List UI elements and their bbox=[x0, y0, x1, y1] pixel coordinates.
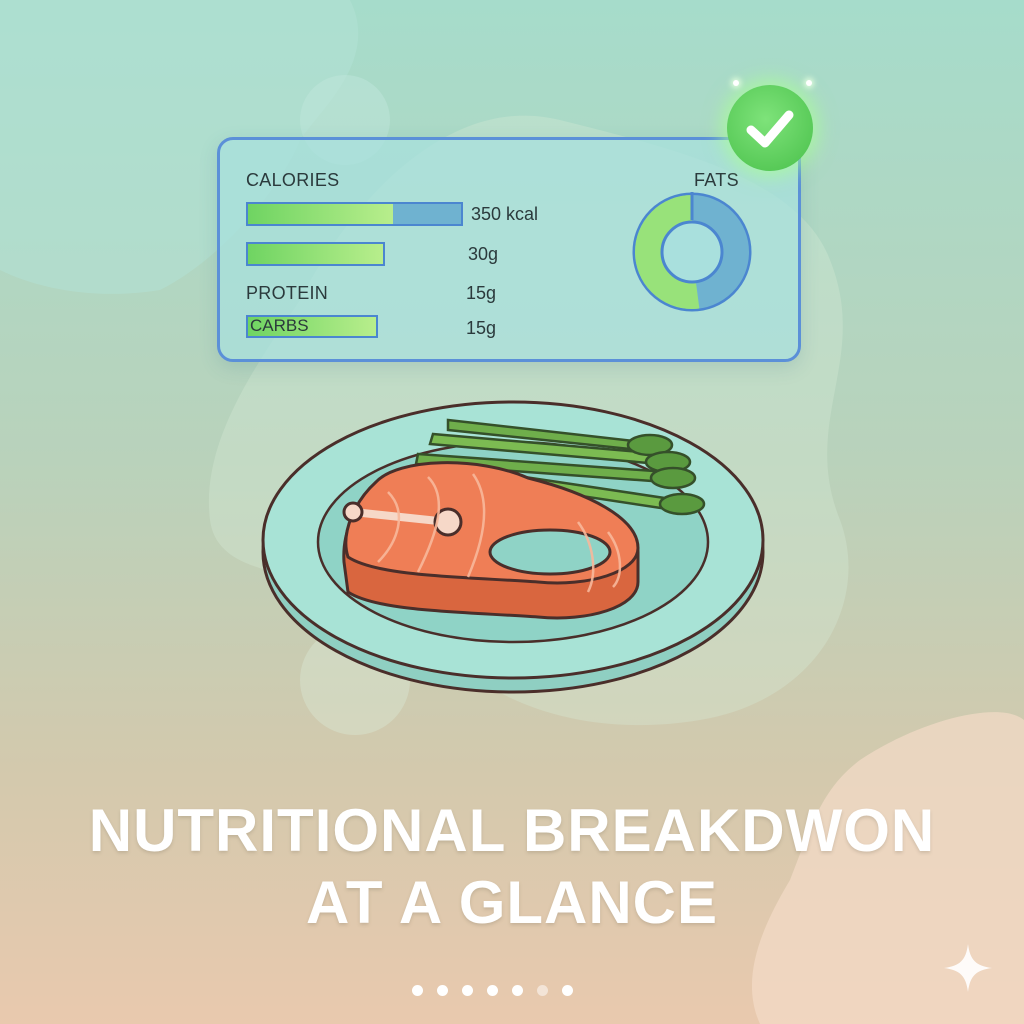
calories-value: 350 kcal bbox=[471, 204, 539, 224]
nutrition-card: CALORIES 350 kcal 30g PROTEIN 15g CARBS … bbox=[217, 137, 801, 362]
row2-bar bbox=[246, 242, 385, 266]
salmon-plate-illustration bbox=[261, 400, 765, 694]
glint-dot bbox=[806, 80, 812, 86]
carbs-label: CARBS bbox=[250, 316, 309, 335]
headline-line2: AT A GLANCE bbox=[305, 869, 719, 936]
glint-dot bbox=[733, 80, 739, 86]
calories-bar-fill bbox=[248, 204, 393, 224]
pagination-dot[interactable] bbox=[512, 985, 523, 996]
protein-label: PROTEIN bbox=[246, 283, 329, 303]
fats-donut-chart bbox=[632, 192, 752, 312]
sparkle-icon bbox=[944, 944, 992, 992]
fats-label: FATS bbox=[694, 170, 739, 190]
check-circle-icon bbox=[727, 85, 813, 171]
pagination-dot[interactable] bbox=[412, 985, 423, 996]
headline-line1: NUTRITIONAL BREAKDWON bbox=[88, 797, 936, 864]
pagination-dot[interactable] bbox=[537, 985, 548, 996]
row2-bar-fill bbox=[248, 244, 383, 264]
pagination-dot[interactable] bbox=[462, 985, 473, 996]
pagination-dot[interactable] bbox=[437, 985, 448, 996]
pagination-dot[interactable] bbox=[562, 985, 573, 996]
calories-bar bbox=[246, 202, 463, 226]
calories-label: CALORIES bbox=[246, 170, 340, 190]
protein-value: 15g bbox=[466, 283, 497, 303]
carbs-value: 15g bbox=[466, 318, 497, 338]
pagination-dot[interactable] bbox=[487, 985, 498, 996]
row2-value: 30g bbox=[468, 244, 499, 264]
carbs-bar: CARBS bbox=[246, 315, 378, 338]
